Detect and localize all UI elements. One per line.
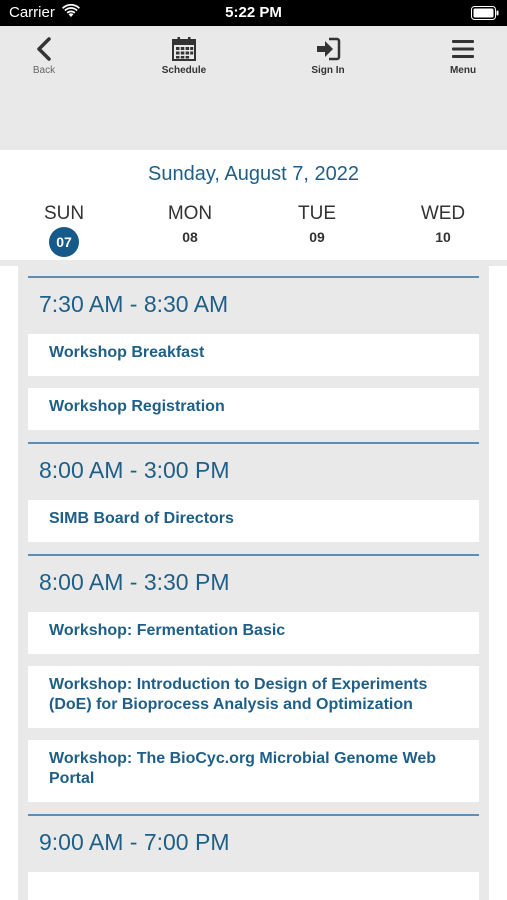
back-label: Back: [32, 65, 56, 76]
sign-in-label: Sign In: [311, 65, 345, 76]
session-item[interactable]: Workshop: Introduction to Design of Expe…: [28, 666, 479, 728]
day-tab-tue[interactable]: TUE 09: [272, 203, 362, 245]
time-slot-header: 8:00 AM - 3:30 PM: [28, 554, 479, 612]
schedule-button[interactable]: Schedule: [144, 36, 224, 86]
day-tab-wed[interactable]: WED 10: [398, 203, 488, 245]
session-item[interactable]: SIMB Board of Directors: [28, 500, 479, 542]
sign-in-icon: [317, 37, 341, 61]
day-name: TUE: [298, 203, 336, 224]
schedule-list[interactable]: 7:30 AM - 8:30 AM Workshop Breakfast Wor…: [18, 266, 489, 900]
day-tab-sun[interactable]: SUN 07: [19, 203, 109, 257]
day-number: 09: [309, 229, 325, 245]
calendar-icon: [172, 37, 196, 61]
menu-label: Menu: [449, 65, 477, 76]
session-item[interactable]: Workshop Breakfast: [28, 334, 479, 376]
selected-date-title: Sunday, August 7, 2022: [148, 163, 359, 185]
day-number-selected: 07: [49, 227, 79, 257]
time-slot-header: 9:00 AM - 7:00 PM: [28, 814, 479, 872]
status-time: 5:22 PM: [225, 4, 282, 21]
time-block: 8:00 AM - 3:00 PM SIMB Board of Director…: [18, 442, 489, 554]
time-block: 7:30 AM - 8:30 AM Workshop Breakfast Wor…: [18, 276, 489, 442]
session-item[interactable]: Workshop: Fermentation Basic: [28, 612, 479, 654]
time-block: 9:00 AM - 7:00 PM: [18, 814, 489, 900]
time-slot-header: 7:30 AM - 8:30 AM: [28, 276, 479, 334]
day-number: 10: [435, 229, 451, 245]
day-name: WED: [420, 203, 466, 224]
time-slot-header: 8:00 AM - 3:00 PM: [28, 442, 479, 500]
day-tab-mon[interactable]: MON 08: [145, 203, 235, 245]
menu-button[interactable]: Menu: [423, 36, 503, 86]
back-button[interactable]: Back: [4, 36, 84, 86]
chevron-left-icon: [37, 37, 51, 61]
battery-icon: [471, 6, 499, 20]
day-name: MON: [167, 203, 213, 224]
session-item[interactable]: [28, 872, 479, 900]
nav-bar: Back Schedule Sign In Menu: [0, 26, 507, 150]
hamburger-menu-icon: [452, 40, 474, 58]
session-item[interactable]: Workshop: The BioCyc.org Microbial Genom…: [28, 740, 479, 802]
sign-in-button[interactable]: Sign In: [288, 36, 368, 86]
time-block: 8:00 AM - 3:30 PM Workshop: Fermentation…: [18, 554, 489, 814]
day-name: SUN: [43, 203, 85, 224]
day-number: 08: [182, 229, 198, 245]
status-bar: Carrier 5:22 PM: [0, 0, 507, 26]
schedule-label: Schedule: [161, 65, 207, 76]
session-item[interactable]: Workshop Registration: [28, 388, 479, 430]
